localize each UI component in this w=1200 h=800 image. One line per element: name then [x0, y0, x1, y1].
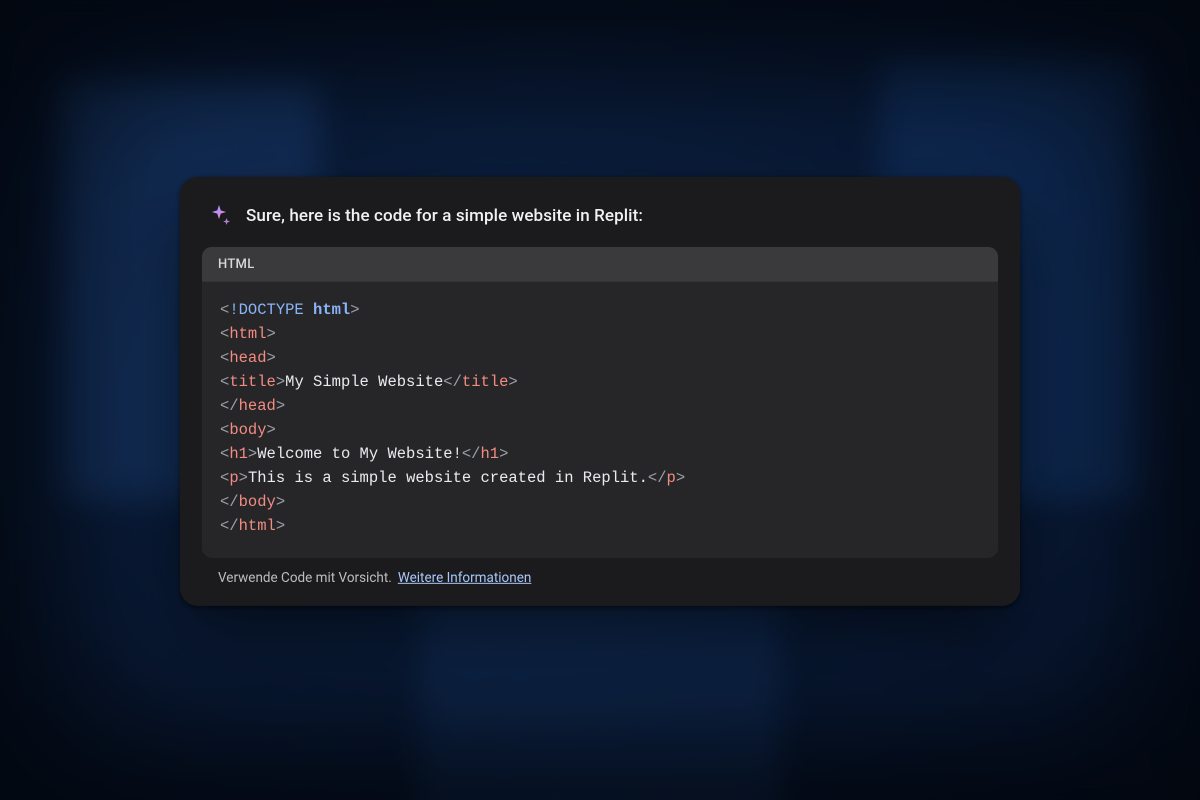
more-info-link[interactable]: Weitere Informationen [398, 570, 532, 586]
code-line: <body> [220, 418, 980, 442]
code-language-label: HTML [202, 247, 998, 282]
code-line: </html> [220, 514, 980, 538]
code-line: <head> [220, 346, 980, 370]
code-line: <p>This is a simple website created in R… [220, 466, 980, 490]
code-line: <!DOCTYPE html> [220, 298, 980, 322]
caution-text: Verwende Code mit Vorsicht. [218, 570, 392, 586]
response-text: Sure, here is the code for a simple webs… [246, 206, 643, 226]
code-line: <html> [220, 322, 980, 346]
code-line: </head> [220, 394, 980, 418]
sparkle-icon [206, 203, 232, 229]
code-block: HTML <!DOCTYPE html><html><head><title>M… [202, 247, 998, 558]
code-body[interactable]: <!DOCTYPE html><html><head><title>My Sim… [202, 282, 998, 558]
code-line: </body> [220, 490, 980, 514]
ai-response-card: Sure, here is the code for a simple webs… [180, 177, 1020, 606]
code-footer: Verwende Code mit Vorsicht. Weitere Info… [202, 558, 998, 590]
code-line: <h1>Welcome to My Website!</h1> [220, 442, 980, 466]
card-header: Sure, here is the code for a simple webs… [202, 199, 998, 247]
code-line: <title>My Simple Website</title> [220, 370, 980, 394]
